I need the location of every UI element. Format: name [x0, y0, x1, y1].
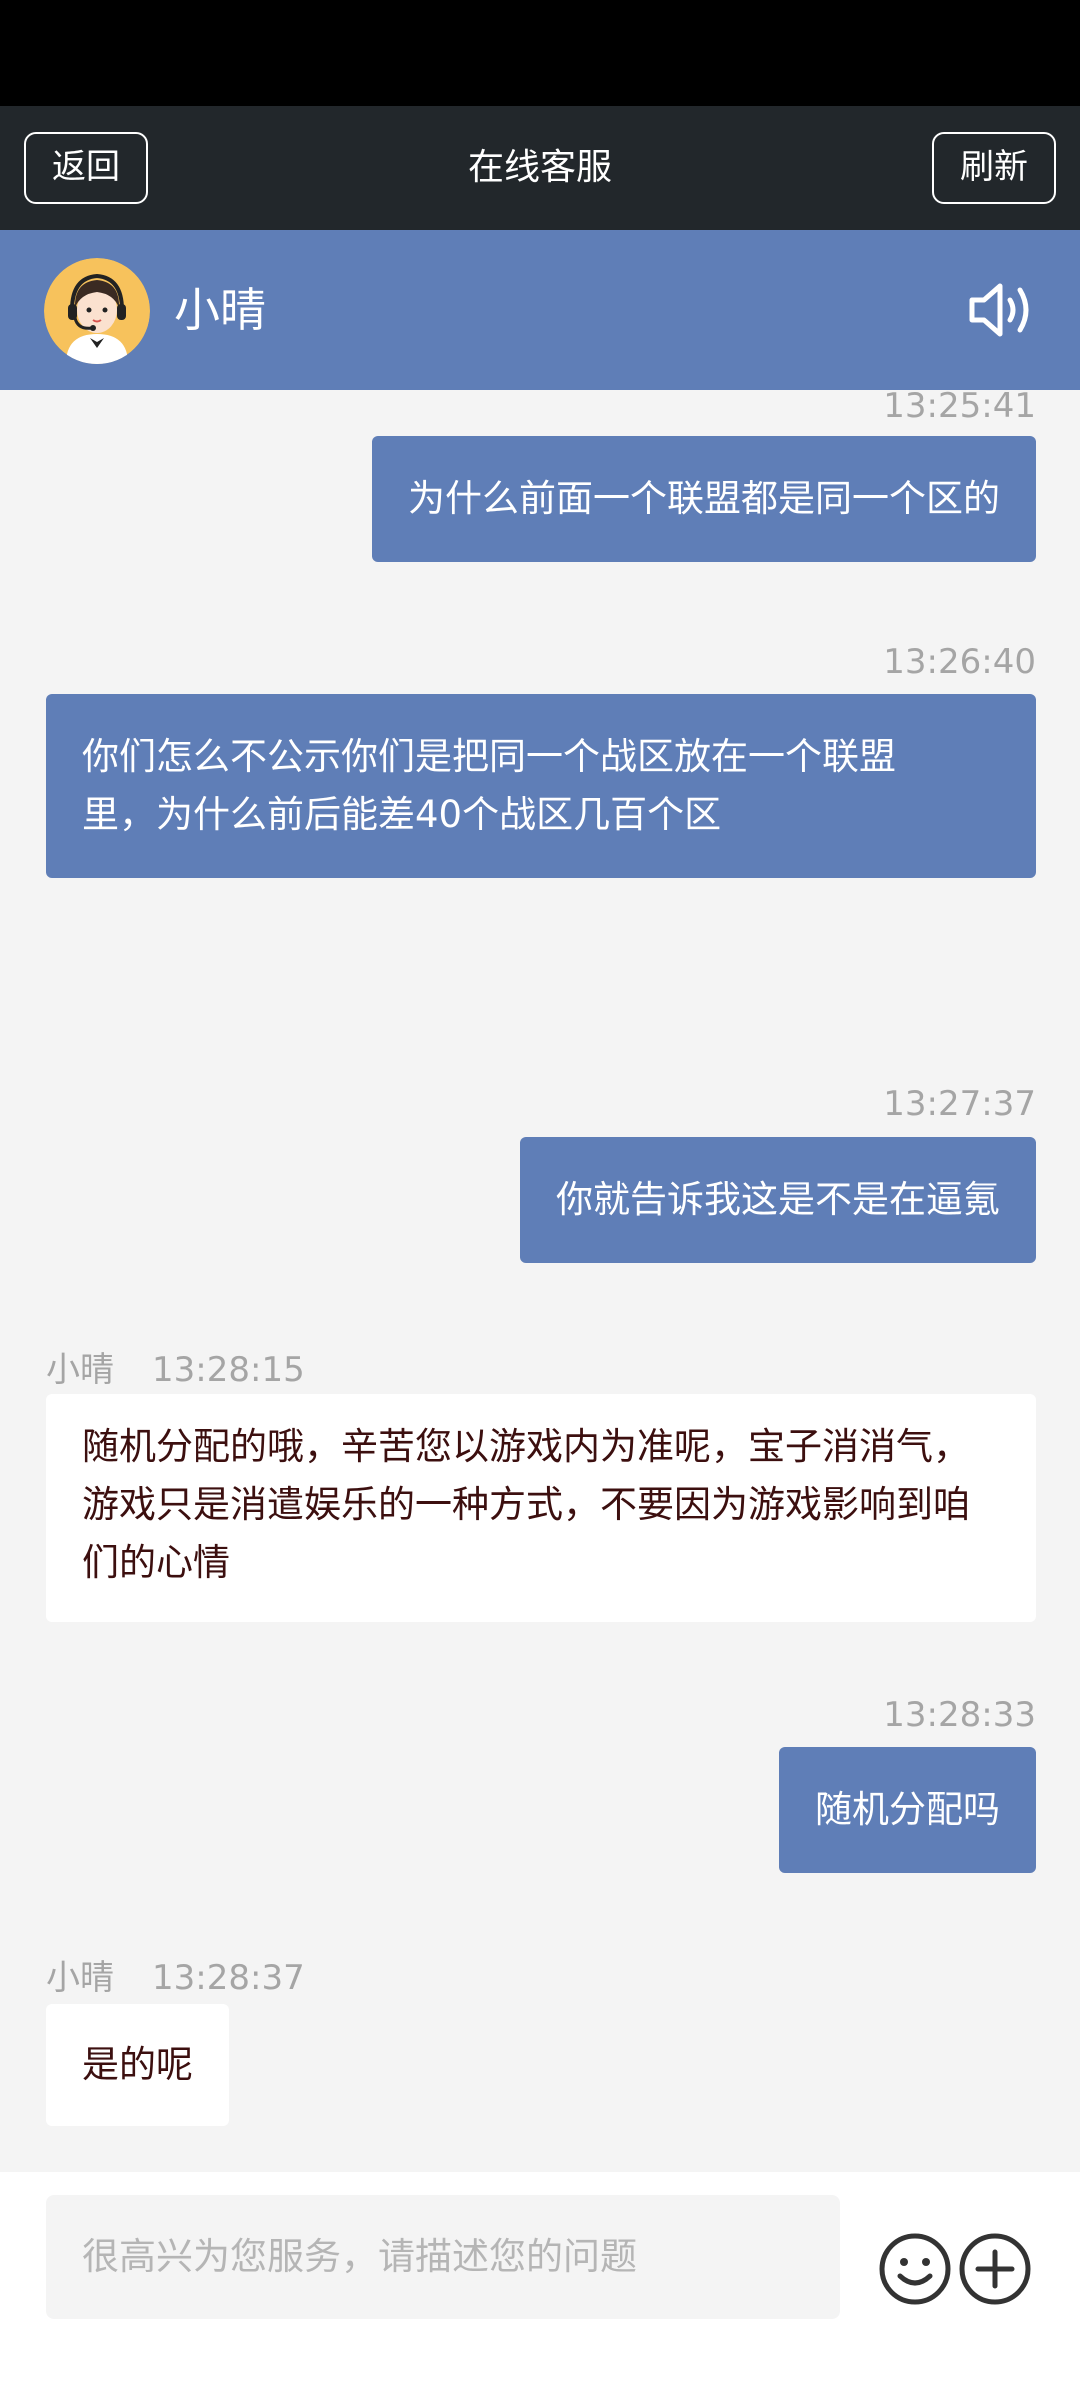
sender-name: 小晴	[46, 1958, 114, 1998]
message-timestamp: 13:27:37	[883, 1084, 1036, 1124]
message-text-line: 游戏只是消遣娱乐的一种方式，不要因为游戏影响到咱	[82, 1483, 970, 1526]
status-bar	[0, 0, 1080, 106]
emoji-icon[interactable]	[878, 2232, 952, 2306]
speaker-icon[interactable]	[968, 280, 1040, 340]
agent-message-meta: 小晴 13:28:37	[46, 1950, 305, 1999]
received-message-bubble: 是的呢	[46, 2004, 229, 2126]
plus-icon[interactable]	[958, 2232, 1032, 2306]
message-timestamp: 13:25:41	[883, 390, 1036, 426]
message-input[interactable]: 很高兴为您服务，请描述您的问题	[46, 2195, 840, 2319]
message-timestamp: 13:28:15	[152, 1350, 305, 1390]
message-text-line: 你们怎么不公示你们是把同一个战区放在一个联盟	[82, 735, 896, 778]
sent-message-bubble: 随机分配吗	[779, 1747, 1036, 1873]
message-timestamp: 13:28:37	[152, 1958, 305, 1998]
refresh-button[interactable]: 刷新	[932, 132, 1056, 204]
sender-name: 小晴	[46, 1350, 114, 1390]
message-timestamp: 13:26:40	[883, 642, 1036, 682]
sent-message-bubble: 为什么前面一个联盟都是同一个区的	[372, 436, 1036, 562]
message-text-line: 随机分配的哦，辛苦您以游戏内为准呢，宝子消消气，	[82, 1425, 970, 1468]
sent-message-bubble: 你就告诉我这是不是在逼氪	[520, 1137, 1036, 1263]
page-title: 在线客服	[467, 147, 612, 188]
received-message-bubble: 随机分配的哦，辛苦您以游戏内为准呢，宝子消消气， 游戏只是消遣娱乐的一种方式，不…	[46, 1394, 1036, 1622]
agent-name: 小晴	[174, 283, 266, 337]
message-text-line: 里，为什么前后能差40个战区几百个区	[82, 793, 722, 836]
message-timestamp: 13:28:33	[883, 1695, 1036, 1735]
customer-service-avatar-icon	[44, 258, 150, 364]
agent-message-meta: 小晴 13:28:15	[46, 1342, 305, 1391]
top-navigation-bar: 返回 在线客服 刷新	[0, 106, 1080, 230]
message-text-line: 们的心情	[82, 1541, 230, 1584]
chat-message-list[interactable]: 13:25:41 为什么前面一个联盟都是同一个区的 13:26:40 你们怎么不…	[0, 390, 1080, 2172]
agent-header: 小晴	[0, 230, 1080, 390]
input-bar: 很高兴为您服务，请描述您的问题	[0, 2172, 1080, 2387]
sent-message-bubble: 你们怎么不公示你们是把同一个战区放在一个联盟 里，为什么前后能差40个战区几百个…	[46, 694, 1036, 878]
